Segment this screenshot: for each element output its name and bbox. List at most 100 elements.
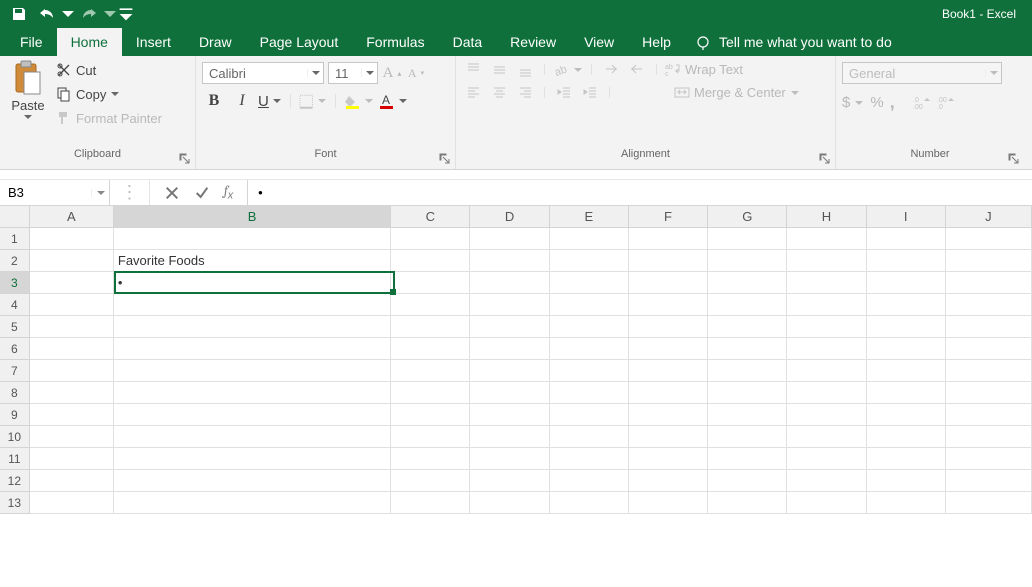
column-header-C[interactable]: C <box>391 206 470 227</box>
wrap-text-button[interactable]: abc Wrap Text <box>665 62 743 77</box>
tab-view[interactable]: View <box>570 28 628 56</box>
cell-J7[interactable] <box>946 360 1032 382</box>
font-name-combo[interactable]: Calibri <box>202 62 324 84</box>
cell-J2[interactable] <box>946 250 1032 272</box>
font-dialog-launcher[interactable] <box>439 153 451 165</box>
cell-I8[interactable] <box>867 382 946 404</box>
select-all-corner[interactable] <box>0 206 30 227</box>
cell-E3[interactable] <box>550 272 629 294</box>
redo-dropdown[interactable] <box>104 2 116 26</box>
cell-B3[interactable]: • <box>114 272 391 294</box>
row-header-11[interactable]: 11 <box>0 448 30 470</box>
row-header-3[interactable]: 3 <box>0 272 30 294</box>
cell-J10[interactable] <box>946 426 1032 448</box>
cell-E9[interactable] <box>550 404 629 426</box>
column-header-I[interactable]: I <box>867 206 946 227</box>
cell-I7[interactable] <box>867 360 946 382</box>
borders-button[interactable] <box>299 94 327 109</box>
cell-C3[interactable] <box>391 272 470 294</box>
cell-C4[interactable] <box>391 294 470 316</box>
undo-button[interactable] <box>34 2 60 26</box>
tab-page-layout[interactable]: Page Layout <box>246 28 353 56</box>
cell-F8[interactable] <box>629 382 708 404</box>
cell-A12[interactable] <box>30 470 114 492</box>
row-header-13[interactable]: 13 <box>0 492 30 514</box>
cell-I3[interactable] <box>867 272 946 294</box>
alignment-dialog-launcher[interactable] <box>819 153 831 165</box>
row-header-12[interactable]: 12 <box>0 470 30 492</box>
tab-formulas[interactable]: Formulas <box>352 28 438 56</box>
font-size-combo[interactable]: 11 <box>328 62 378 84</box>
cell-J4[interactable] <box>946 294 1032 316</box>
ltr-button[interactable] <box>600 62 622 77</box>
cell-I10[interactable] <box>867 426 946 448</box>
cell-G10[interactable] <box>708 426 787 448</box>
cell-A8[interactable] <box>30 382 114 404</box>
cell-C5[interactable] <box>391 316 470 338</box>
cell-F6[interactable] <box>629 338 708 360</box>
cell-H11[interactable] <box>787 448 866 470</box>
rtl-button[interactable] <box>626 62 648 77</box>
cell-J9[interactable] <box>946 404 1032 426</box>
cell-I13[interactable] <box>867 492 946 514</box>
tab-review[interactable]: Review <box>496 28 570 56</box>
cell-E12[interactable] <box>550 470 629 492</box>
decrease-font-button[interactable]: A▾ <box>406 66 426 81</box>
cell-I12[interactable] <box>867 470 946 492</box>
cell-D12[interactable] <box>470 470 549 492</box>
tab-draw[interactable]: Draw <box>185 28 246 56</box>
font-color-button[interactable]: A <box>378 94 408 109</box>
cell-D9[interactable] <box>470 404 549 426</box>
decrease-indent-button[interactable] <box>553 85 575 100</box>
align-bottom-button[interactable] <box>514 62 536 77</box>
cell-C9[interactable] <box>391 404 470 426</box>
fill-color-button[interactable] <box>344 94 374 109</box>
row-header-5[interactable]: 5 <box>0 316 30 338</box>
cell-E13[interactable] <box>550 492 629 514</box>
cell-F12[interactable] <box>629 470 708 492</box>
cell-E1[interactable] <box>550 228 629 250</box>
redo-button[interactable] <box>76 2 102 26</box>
cell-H10[interactable] <box>787 426 866 448</box>
cell-G9[interactable] <box>708 404 787 426</box>
merge-center-button[interactable]: Merge & Center <box>674 85 800 100</box>
cell-A6[interactable] <box>30 338 114 360</box>
cell-D2[interactable] <box>470 250 549 272</box>
cell-E7[interactable] <box>550 360 629 382</box>
cell-H1[interactable] <box>787 228 866 250</box>
row-header-4[interactable]: 4 <box>0 294 30 316</box>
cell-J6[interactable] <box>946 338 1032 360</box>
increase-decimal-button[interactable]: .0.00 <box>913 95 931 110</box>
cell-I11[interactable] <box>867 448 946 470</box>
cell-B7[interactable] <box>114 360 391 382</box>
name-box[interactable]: B3 <box>0 180 110 205</box>
tab-file[interactable]: File <box>6 28 57 56</box>
cell-E5[interactable] <box>550 316 629 338</box>
cell-F11[interactable] <box>629 448 708 470</box>
currency-button[interactable]: $ <box>842 94 864 111</box>
cell-E2[interactable] <box>550 250 629 272</box>
cell-C2[interactable] <box>391 250 470 272</box>
row-header-6[interactable]: 6 <box>0 338 30 360</box>
cell-J3[interactable] <box>946 272 1032 294</box>
cell-F9[interactable] <box>629 404 708 426</box>
decrease-decimal-button[interactable]: .00.0 <box>937 95 955 110</box>
number-format-combo[interactable]: General <box>842 62 1002 84</box>
cell-A13[interactable] <box>30 492 114 514</box>
cell-G3[interactable] <box>708 272 787 294</box>
cell-D6[interactable] <box>470 338 549 360</box>
cell-H4[interactable] <box>787 294 866 316</box>
cell-F3[interactable] <box>629 272 708 294</box>
clipboard-dialog-launcher[interactable] <box>179 153 191 165</box>
cell-B10[interactable] <box>114 426 391 448</box>
cell-G12[interactable] <box>708 470 787 492</box>
cell-H2[interactable] <box>787 250 866 272</box>
cell-B11[interactable] <box>114 448 391 470</box>
cell-B12[interactable] <box>114 470 391 492</box>
cell-A7[interactable] <box>30 360 114 382</box>
format-painter-button[interactable]: Format Painter <box>56 110 162 126</box>
cell-D5[interactable] <box>470 316 549 338</box>
cell-J1[interactable] <box>946 228 1032 250</box>
cell-J13[interactable] <box>946 492 1032 514</box>
cell-E11[interactable] <box>550 448 629 470</box>
